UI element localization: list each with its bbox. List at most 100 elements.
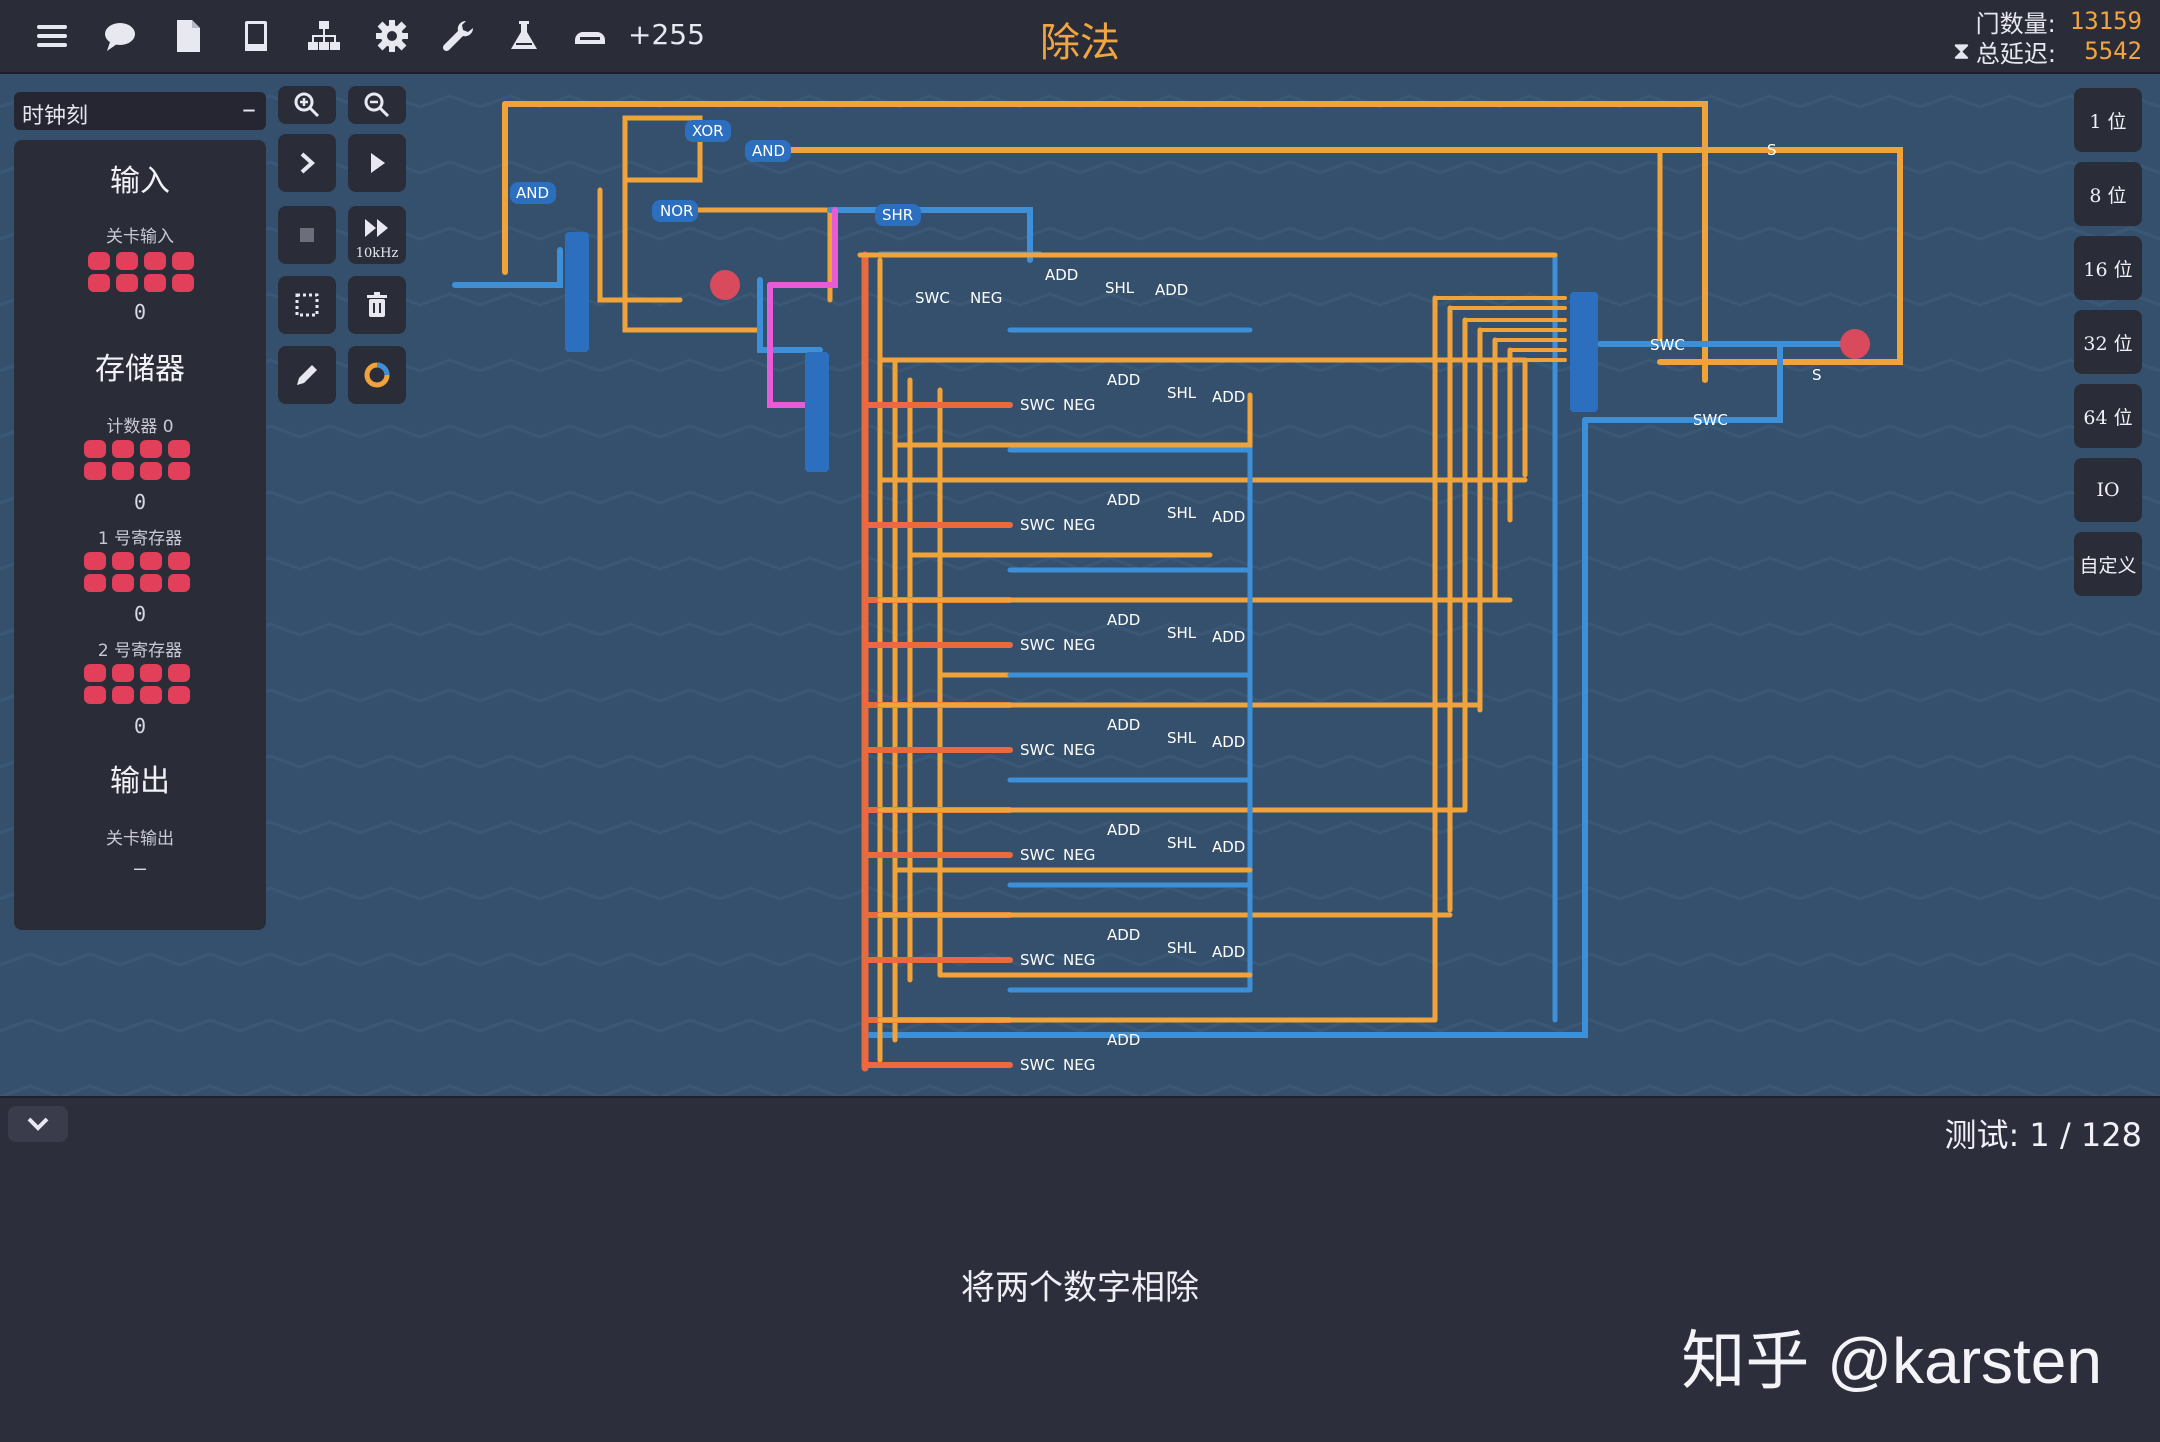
gate-xor-label: XOR — [692, 122, 724, 140]
stop-button[interactable] — [278, 206, 336, 264]
chip-swc-label: SWC — [915, 289, 950, 307]
chip-neg-label: NEG — [970, 289, 1002, 307]
chip-swc-label: SWC — [1020, 951, 1055, 969]
chip-swc-label: SWC — [1693, 411, 1728, 429]
document-icon[interactable] — [166, 14, 210, 58]
memory-heading: 存储器 — [95, 352, 185, 387]
collapse-panel-button[interactable] — [8, 1106, 68, 1142]
level-output-label: 关卡输出 — [106, 829, 174, 849]
chip-add-label: ADD — [1212, 628, 1245, 646]
bit-splitter-chip — [565, 232, 589, 352]
level-input-value: 0 — [133, 300, 147, 324]
bits-8-button[interactable]: 8 位 — [2074, 162, 2142, 226]
level-input-bits[interactable] — [88, 252, 200, 300]
chip-neg-label: NEG — [1063, 846, 1095, 864]
chip-add-label: ADD — [1212, 508, 1245, 526]
chip-add-label: ADD — [1107, 1031, 1140, 1049]
fast-forward-button[interactable]: 10kHz — [348, 206, 406, 264]
bits-64-button[interactable]: 64 位 — [2074, 384, 2142, 448]
play-button[interactable] — [348, 134, 406, 192]
chip-add-label: ADD — [1107, 611, 1140, 629]
io-button[interactable]: IO — [2074, 458, 2142, 522]
pencil-icon — [297, 365, 317, 385]
wire-pink — [767, 282, 813, 408]
chip-add-label: ADD — [1212, 388, 1245, 406]
component-icon[interactable] — [568, 14, 612, 58]
chip-shl-label: SHL — [1167, 729, 1197, 747]
pencil-button[interactable] — [278, 346, 336, 404]
selection-icon — [295, 293, 319, 317]
chip-swc-label: SWC — [1020, 636, 1055, 654]
chip-shl-label: SHL — [1167, 834, 1197, 852]
register-2-label: 2 号寄存器 — [97, 641, 183, 661]
chip-neg-label: NEG — [1063, 396, 1095, 414]
chip-add-label: ADD — [1107, 716, 1140, 734]
gate-and-label: AND — [752, 142, 785, 160]
bit-splitter-chip — [805, 352, 829, 472]
test-counter: 测试: 1 / 128 — [1944, 1116, 2142, 1154]
chip-add-label: ADD — [1045, 266, 1078, 284]
counter-value: 0 — [133, 490, 147, 514]
color-button[interactable] — [348, 346, 406, 404]
register-2-value: 0 — [133, 714, 147, 738]
custom-button[interactable]: 自定义 — [2074, 532, 2142, 596]
chip-neg-label: NEG — [1063, 1056, 1095, 1074]
chip-neg-label: NEG — [1063, 741, 1095, 759]
zoom-out-icon — [364, 92, 390, 118]
select-area-button[interactable] — [278, 276, 336, 334]
bits-1-button[interactable]: 1 位 — [2074, 88, 2142, 152]
chip-add-label: ADD — [1107, 821, 1140, 839]
clock-mode-select[interactable]: 时钟刻 – — [14, 92, 266, 130]
collapse-minus-icon[interactable]: – — [242, 92, 256, 125]
level-output-value: – — [133, 856, 147, 880]
counter-bits — [84, 440, 196, 488]
chat-icon[interactable] — [98, 14, 142, 58]
chip-swc-label: SWC — [1020, 516, 1055, 534]
step-button[interactable] — [278, 134, 336, 192]
level-stats: 门数量: 13159 ⧗ 总延迟: 5542 — [1842, 6, 2142, 68]
chip-swc-label: SWC — [1650, 336, 1685, 354]
hierarchy-icon[interactable] — [302, 14, 346, 58]
speed-label: 10kHz — [355, 246, 399, 261]
bits-32-button[interactable]: 32 位 — [2074, 310, 2142, 374]
trash-icon — [367, 292, 387, 317]
inputs-heading: 输入 — [110, 164, 170, 199]
chevron-right-icon — [300, 152, 315, 174]
chevron-down-icon — [27, 1117, 49, 1131]
chip-shl-label: SHL — [1167, 624, 1197, 642]
chip-shl-label: SHL — [1167, 384, 1197, 402]
chip-neg-label: NEG — [1063, 951, 1095, 969]
delete-button[interactable] — [348, 276, 406, 334]
chip-shl-label: SHL — [1105, 279, 1135, 297]
bits-16-button[interactable]: 16 位 — [2074, 236, 2142, 300]
register-2-bits — [84, 664, 196, 712]
register-node — [710, 270, 740, 300]
gate-count-value: 13159 — [2069, 7, 2142, 35]
chip-s-label: S — [1767, 141, 1777, 159]
register-1-value: 0 — [133, 602, 147, 626]
menu-icon[interactable] — [30, 14, 74, 58]
chip-add-label: ADD — [1212, 733, 1245, 751]
gate-delta-count: +255 — [628, 18, 705, 51]
bit-joiner-chip — [1570, 292, 1598, 412]
chip-add-label: ADD — [1212, 838, 1245, 856]
delay-value: 5542 — [2084, 37, 2142, 65]
book-icon[interactable] — [234, 14, 278, 58]
zoom-in-icon — [294, 92, 320, 118]
zoom-in-button[interactable] — [278, 86, 336, 124]
gate-and-label: AND — [516, 184, 549, 202]
gate-nor-label: NOR — [660, 202, 693, 220]
output-node — [1840, 329, 1870, 359]
gear-icon[interactable] — [370, 14, 414, 58]
register-1-label: 1 号寄存器 — [97, 529, 183, 549]
level-description: 将两个数字相除 — [961, 1268, 1199, 1308]
flask-icon[interactable] — [502, 14, 546, 58]
wrench-icon[interactable] — [436, 14, 480, 58]
chip-s-label: S — [1812, 366, 1822, 384]
zoom-out-button[interactable] — [348, 86, 406, 124]
register-1-bits — [84, 552, 196, 600]
watermark: 知乎 @karsten — [1681, 1325, 2102, 1397]
chip-neg-label: NEG — [1063, 636, 1095, 654]
chip-swc-label: SWC — [1020, 396, 1055, 414]
chip-add-label: ADD — [1155, 281, 1188, 299]
